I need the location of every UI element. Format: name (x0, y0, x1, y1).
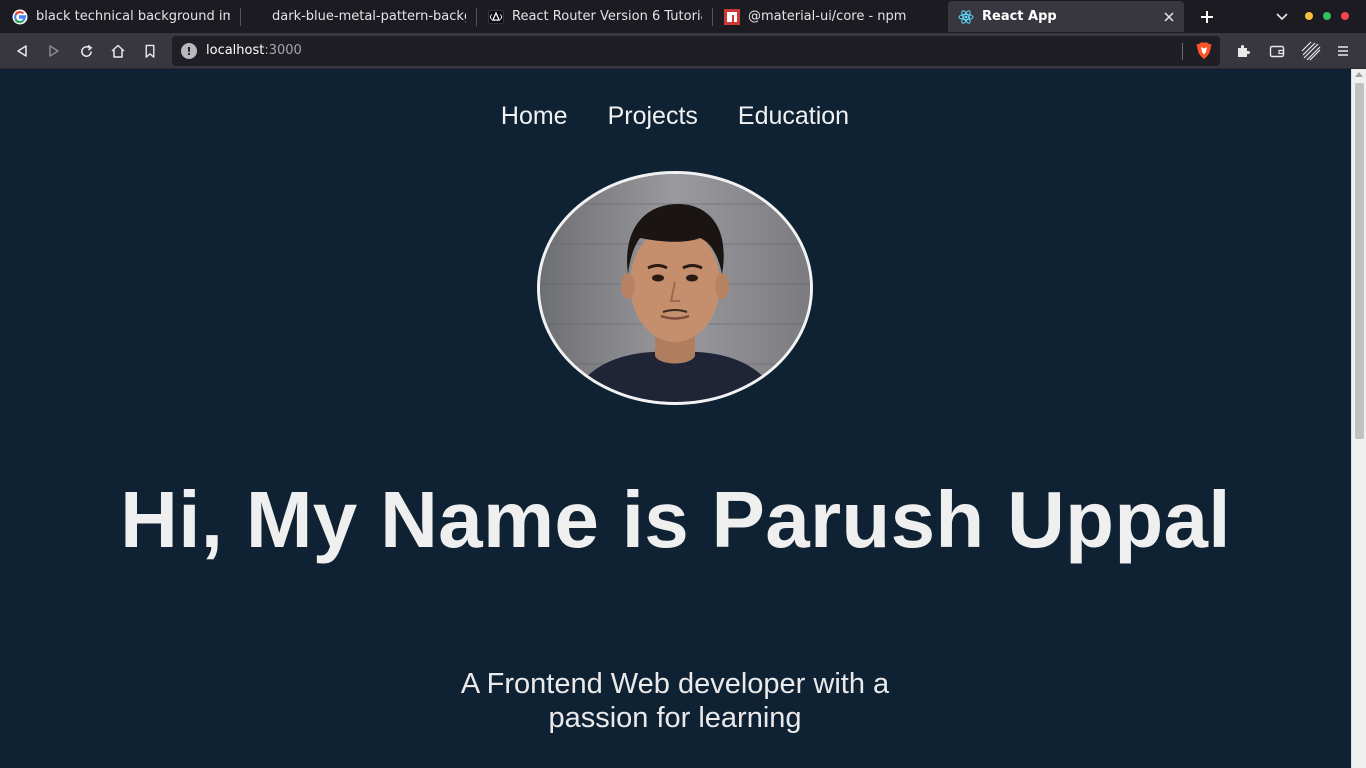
new-tab-button[interactable] (1196, 6, 1218, 28)
window-controls (1305, 12, 1349, 20)
wallet-button[interactable] (1265, 39, 1289, 63)
profile-button[interactable] (1298, 39, 1324, 63)
tab-title: @material-ui/core - npm (748, 9, 907, 24)
page-content: Home Projects Education Hi, My Name is P… (0, 69, 1351, 768)
close-tab-icon[interactable] (1160, 8, 1178, 26)
nav-link-projects[interactable]: Projects (608, 102, 698, 131)
tab-dark-blue-metal[interactable]: dark-blue-metal-pattern-backgrou (244, 1, 476, 32)
home-button[interactable] (106, 39, 130, 63)
react-icon (958, 9, 974, 25)
url-host: localhost (206, 43, 265, 58)
url-divider (1182, 43, 1183, 60)
scroll-up-arrow-icon[interactable] (1355, 72, 1363, 77)
tab-react-router-tutorial[interactable]: React Router Version 6 Tutorial – Ro (478, 1, 712, 32)
hero-headline: Hi, My Name is Parush Uppal (120, 475, 1231, 564)
google-icon (12, 9, 28, 25)
bookmark-icon (145, 44, 155, 58)
tab-separator (712, 8, 713, 26)
close-window-button[interactable] (1341, 12, 1349, 20)
back-arrow-icon (17, 45, 27, 57)
reload-button[interactable] (74, 39, 98, 63)
forward-button[interactable] (42, 39, 66, 63)
tab-strip: black technical background image dark-bl… (0, 0, 1366, 33)
site-info-icon[interactable]: ! (181, 43, 197, 59)
nav-link-home[interactable]: Home (501, 102, 568, 131)
tab-title: black technical background image (36, 9, 230, 24)
striped-sphere-icon (1301, 41, 1321, 61)
minimize-window-button[interactable] (1305, 12, 1313, 20)
home-icon (111, 44, 125, 58)
wallet-icon (1269, 45, 1285, 58)
reload-icon (80, 44, 92, 57)
tab-title: React App (982, 9, 1057, 24)
puzzle-piece-icon (1238, 45, 1250, 57)
hamburger-menu-icon (1338, 46, 1348, 56)
brave-shields-icon[interactable] (1194, 41, 1214, 61)
back-button[interactable] (10, 39, 34, 63)
url-text[interactable]: localhost:3000 (206, 43, 302, 58)
tagline-line-1: A Frontend Web developer with a (460, 668, 890, 700)
tab-material-ui-npm[interactable]: @material-ui/core - npm (714, 1, 946, 32)
chevron-down-icon (1276, 13, 1288, 21)
vercel-triangle-icon (488, 9, 504, 25)
scrollbar-thumb[interactable] (1355, 83, 1364, 439)
menu-button[interactable] (1331, 39, 1355, 63)
tab-title: dark-blue-metal-pattern-backgrou (272, 9, 466, 24)
extensions-button[interactable] (1231, 39, 1255, 63)
tab-separator (240, 8, 241, 26)
maximize-window-button[interactable] (1323, 12, 1331, 20)
browser-toolbar: ! localhost:3000 (0, 33, 1366, 69)
npm-icon (724, 8, 740, 25)
tagline-line-2: passion for learning (548, 702, 802, 734)
forward-arrow-icon (49, 45, 59, 57)
plus-icon (1201, 11, 1213, 23)
tab-title: React Router Version 6 Tutorial – Ro (512, 9, 702, 24)
nav-link-education[interactable]: Education (738, 102, 849, 131)
url-port: :3000 (264, 43, 302, 58)
hero-tagline: A Frontend Web developer with a passion … (440, 667, 910, 735)
address-bar[interactable]: ! localhost:3000 (172, 36, 1220, 66)
tab-google-search[interactable]: black technical background image (2, 1, 240, 32)
profile-photo (537, 171, 813, 405)
page-scrollbar[interactable] (1351, 69, 1366, 768)
bookmark-button[interactable] (138, 39, 162, 63)
main-navigation: Home Projects Education (0, 102, 1351, 131)
tab-separator (476, 8, 477, 26)
tab-react-app[interactable]: React App (948, 1, 1184, 32)
tab-list-button[interactable] (1272, 7, 1292, 27)
